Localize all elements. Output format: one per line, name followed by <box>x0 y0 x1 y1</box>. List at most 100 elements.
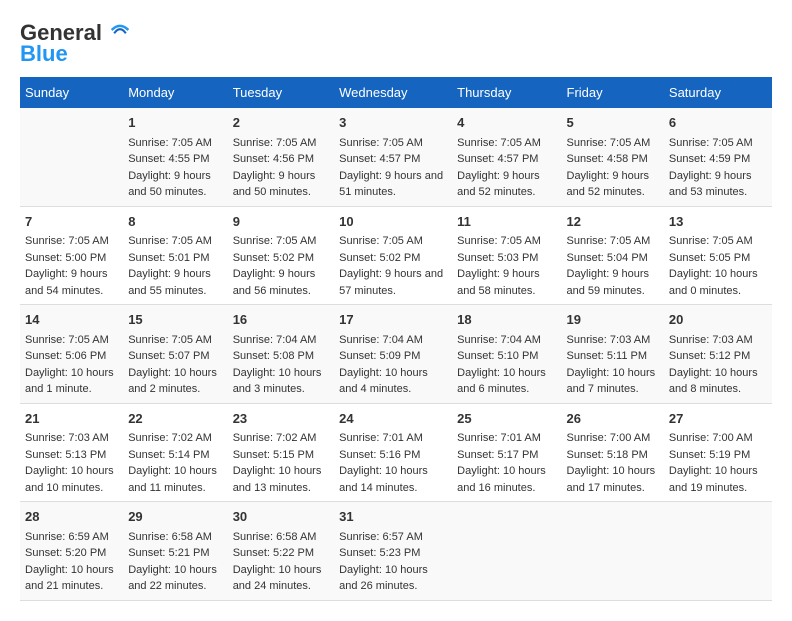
sunset-text: Sunset: 5:18 PM <box>567 449 648 461</box>
sunset-text: Sunset: 5:07 PM <box>128 350 209 362</box>
sunrise-text: Sunrise: 7:01 AM <box>457 432 541 444</box>
day-number: 25 <box>457 409 556 429</box>
day-number: 11 <box>457 212 556 232</box>
sunrise-text: Sunrise: 6:57 AM <box>339 531 423 543</box>
sunrise-text: Sunrise: 7:05 AM <box>669 235 753 247</box>
day-number: 27 <box>669 409 767 429</box>
sunset-text: Sunset: 5:22 PM <box>233 547 314 559</box>
weekday-header-monday: Monday <box>123 77 228 108</box>
sunset-text: Sunset: 5:17 PM <box>457 449 538 461</box>
sunset-text: Sunset: 4:58 PM <box>567 153 648 165</box>
sunrise-text: Sunrise: 7:05 AM <box>128 334 212 346</box>
sunset-text: Sunset: 5:15 PM <box>233 449 314 461</box>
day-cell: 26 Sunrise: 7:00 AM Sunset: 5:18 PM Dayligh… <box>562 403 664 502</box>
sunset-text: Sunset: 5:11 PM <box>567 350 648 362</box>
day-number: 18 <box>457 310 556 330</box>
sunrise-text: Sunrise: 7:03 AM <box>669 334 753 346</box>
day-number: 24 <box>339 409 447 429</box>
daylight-text: Daylight: 10 hours and 0 minutes. <box>669 268 758 297</box>
day-cell: 8Sunrise: 7:05 AMSunset: 5:01 PMDaylight… <box>123 206 228 305</box>
sunrise-text: Sunrise: 7:05 AM <box>233 137 317 149</box>
day-cell: 27Sunrise: 7:00 AMSunset: 5:19 PMDayligh… <box>664 403 772 502</box>
sunrise-text: Sunrise: 7:03 AM <box>25 432 109 444</box>
sunset-text: Sunset: 5:08 PM <box>233 350 314 362</box>
daylight-text: Daylight: 10 hours and 6 minutes. <box>457 367 546 396</box>
sunrise-text: Sunrise: 7:02 AM <box>233 432 317 444</box>
sunrise-text: Sunrise: 6:59 AM <box>25 531 109 543</box>
weekday-header-friday: Friday <box>562 77 664 108</box>
day-number: 21 <box>25 409 118 429</box>
day-number: 16 <box>233 310 329 330</box>
weekday-header-wednesday: Wednesday <box>334 77 452 108</box>
sunrise-text: Sunrise: 6:58 AM <box>128 531 212 543</box>
sunrise-text: Sunrise: 7:00 AM <box>567 432 651 444</box>
day-cell: 13Sunrise: 7:05 AMSunset: 5:05 PMDayligh… <box>664 206 772 305</box>
daylight-text: Daylight: 10 hours and 17 minutes. <box>567 465 656 494</box>
sunrise-text: Sunrise: 7:02 AM <box>128 432 212 444</box>
day-cell: 19Sunrise: 7:03 AMSunset: 5:11 PMDayligh… <box>562 305 664 404</box>
day-cell: 31Sunrise: 6:57 AMSunset: 5:23 PMDayligh… <box>334 502 452 601</box>
logo: General Blue <box>20 20 130 67</box>
day-number: 22 <box>128 409 223 429</box>
daylight-text: Daylight: 10 hours and 3 minutes. <box>233 367 322 396</box>
day-cell: 25Sunrise: 7:01 AMSunset: 5:17 PMDayligh… <box>452 403 561 502</box>
day-number: 5 <box>567 113 659 133</box>
sunset-text: Sunset: 5:10 PM <box>457 350 538 362</box>
daylight-text: Daylight: 10 hours and 2 minutes. <box>128 367 217 396</box>
sunset-text: Sunset: 4:56 PM <box>233 153 314 165</box>
sunset-text: Sunset: 5:20 PM <box>25 547 106 559</box>
day-number: 10 <box>339 212 447 232</box>
day-cell: 30Sunrise: 6:58 AMSunset: 5:22 PMDayligh… <box>228 502 334 601</box>
daylight-text: Daylight: 10 hours and 10 minutes. <box>25 465 114 494</box>
day-cell: 24Sunrise: 7:01 AMSunset: 5:16 PMDayligh… <box>334 403 452 502</box>
day-cell <box>664 502 772 601</box>
day-number: 4 <box>457 113 556 133</box>
week-row-1: 1Sunrise: 7:05 AMSunset: 4:55 PMDaylight… <box>20 108 772 206</box>
day-cell: 9Sunrise: 7:05 AMSunset: 5:02 PMDaylight… <box>228 206 334 305</box>
daylight-text: Daylight: 10 hours and 8 minutes. <box>669 367 758 396</box>
sunrise-text: Sunrise: 7:00 AM <box>669 432 753 444</box>
week-row-4: 21Sunrise: 7:03 AMSunset: 5:13 PMDayligh… <box>20 403 772 502</box>
day-number: 17 <box>339 310 447 330</box>
daylight-text: Daylight: 10 hours and 21 minutes. <box>25 564 114 593</box>
day-cell: 18Sunrise: 7:04 AMSunset: 5:10 PMDayligh… <box>452 305 561 404</box>
sunset-text: Sunset: 5:12 PM <box>669 350 750 362</box>
calendar-table: SundayMondayTuesdayWednesdayThursdayFrid… <box>20 77 772 601</box>
sunrise-text: Sunrise: 7:04 AM <box>339 334 423 346</box>
daylight-text: Daylight: 9 hours and 54 minutes. <box>25 268 108 297</box>
sunset-text: Sunset: 5:06 PM <box>25 350 106 362</box>
sunset-text: Sunset: 5:19 PM <box>669 449 750 461</box>
sunset-text: Sunset: 5:01 PM <box>128 252 209 264</box>
page-header: General Blue <box>20 20 772 67</box>
weekday-header-thursday: Thursday <box>452 77 561 108</box>
day-cell: 5Sunrise: 7:05 AMSunset: 4:58 PMDaylight… <box>562 108 664 206</box>
day-number: 26 <box>567 409 659 429</box>
daylight-text: Daylight: 10 hours and 4 minutes. <box>339 367 428 396</box>
day-cell: 11Sunrise: 7:05 AMSunset: 5:03 PMDayligh… <box>452 206 561 305</box>
weekday-header-tuesday: Tuesday <box>228 77 334 108</box>
sunset-text: Sunset: 4:57 PM <box>339 153 420 165</box>
day-number: 2 <box>233 113 329 133</box>
day-cell: 21Sunrise: 7:03 AMSunset: 5:13 PMDayligh… <box>20 403 123 502</box>
day-number: 6 <box>669 113 767 133</box>
day-cell: 20Sunrise: 7:03 AMSunset: 5:12 PMDayligh… <box>664 305 772 404</box>
day-cell: 2 Sunrise: 7:05 AM Sunset: 4:56 PM Daylight… <box>228 108 334 206</box>
sunrise-text: Sunrise: 7:05 AM <box>669 137 753 149</box>
sunset-text: Sunset: 5:02 PM <box>233 252 314 264</box>
week-row-3: 14Sunrise: 7:05 AMSunset: 5:06 PMDayligh… <box>20 305 772 404</box>
daylight-text: Daylight: 9 hours and 52 minutes. <box>567 170 650 199</box>
daylight-text: Daylight: 10 hours and 24 minutes. <box>233 564 322 593</box>
day-number: 3 <box>339 113 447 133</box>
day-cell: 10Sunrise: 7:05 AMSunset: 5:02 PMDayligh… <box>334 206 452 305</box>
daylight-text: Daylight: 10 hours and 7 minutes. <box>567 367 656 396</box>
day-number: 7 <box>25 212 118 232</box>
daylight-text: Daylight: 9 hours and 50 minutes. <box>233 170 316 199</box>
day-cell: 29Sunrise: 6:58 AMSunset: 5:21 PMDayligh… <box>123 502 228 601</box>
day-cell: 6Sunrise: 7:05 AMSunset: 4:59 PMDaylight… <box>664 108 772 206</box>
sunset-text: Sunset: 5:14 PM <box>128 449 209 461</box>
day-cell: 16Sunrise: 7:04 AMSunset: 5:08 PMDayligh… <box>228 305 334 404</box>
sunset-text: Sunset: 5:05 PM <box>669 252 750 264</box>
calendar-header: SundayMondayTuesdayWednesdayThursdayFrid… <box>20 77 772 108</box>
sunset-text: Sunset: 5:02 PM <box>339 252 420 264</box>
sunrise-text: Sunrise: 7:05 AM <box>457 235 541 247</box>
